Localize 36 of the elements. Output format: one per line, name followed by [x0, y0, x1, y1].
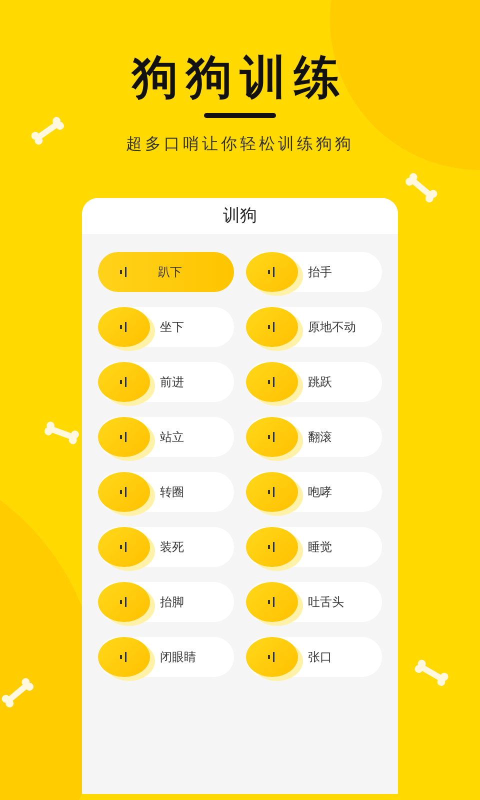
command-button[interactable]: 闭眼睛 — [98, 636, 234, 677]
command-button[interactable]: 转圈 — [98, 472, 234, 512]
command-button[interactable]: 咆哮 — [246, 472, 382, 512]
sound-icon — [120, 322, 128, 332]
command-button[interactable]: 趴下 — [98, 252, 234, 292]
command-button[interactable]: 睡觉 — [246, 526, 382, 567]
command-button[interactable]: 站立 — [98, 416, 234, 457]
command-button[interactable]: 装死 — [98, 526, 234, 567]
sound-icon — [120, 596, 128, 607]
sound-icon — [120, 486, 128, 497]
command-button[interactable]: 张口 — [246, 636, 382, 677]
sound-icon — [268, 266, 276, 277]
sound-icon — [268, 432, 276, 442]
command-button[interactable]: 坐下 — [98, 306, 234, 347]
command-button[interactable]: 前进 — [98, 362, 234, 402]
sound-icon — [268, 322, 276, 332]
sound-icon — [120, 542, 128, 552]
command-button[interactable]: 吐舌头 — [246, 582, 382, 622]
sound-icon — [120, 376, 128, 387]
sound-icon — [268, 652, 276, 662]
sound-icon — [268, 596, 276, 607]
panel-title: 训狗 — [82, 198, 398, 234]
command-button[interactable]: 抬手 — [246, 252, 382, 292]
sound-icon — [268, 486, 276, 497]
sound-icon — [120, 652, 128, 662]
command-button[interactable]: 抬脚 — [98, 582, 234, 622]
sound-icon — [268, 376, 276, 387]
command-button[interactable]: 跳跃 — [246, 362, 382, 402]
command-button[interactable]: 原地不动 — [246, 306, 382, 347]
sound-icon — [268, 542, 276, 552]
app-title: 狗狗训练 — [132, 52, 348, 103]
sound-icon — [120, 266, 128, 277]
title-underline — [204, 112, 276, 118]
command-button[interactable]: 翻滚 — [246, 416, 382, 457]
sound-icon — [120, 432, 128, 442]
app-subtitle: 超多口哨让你轻松训练狗狗 — [125, 132, 355, 155]
